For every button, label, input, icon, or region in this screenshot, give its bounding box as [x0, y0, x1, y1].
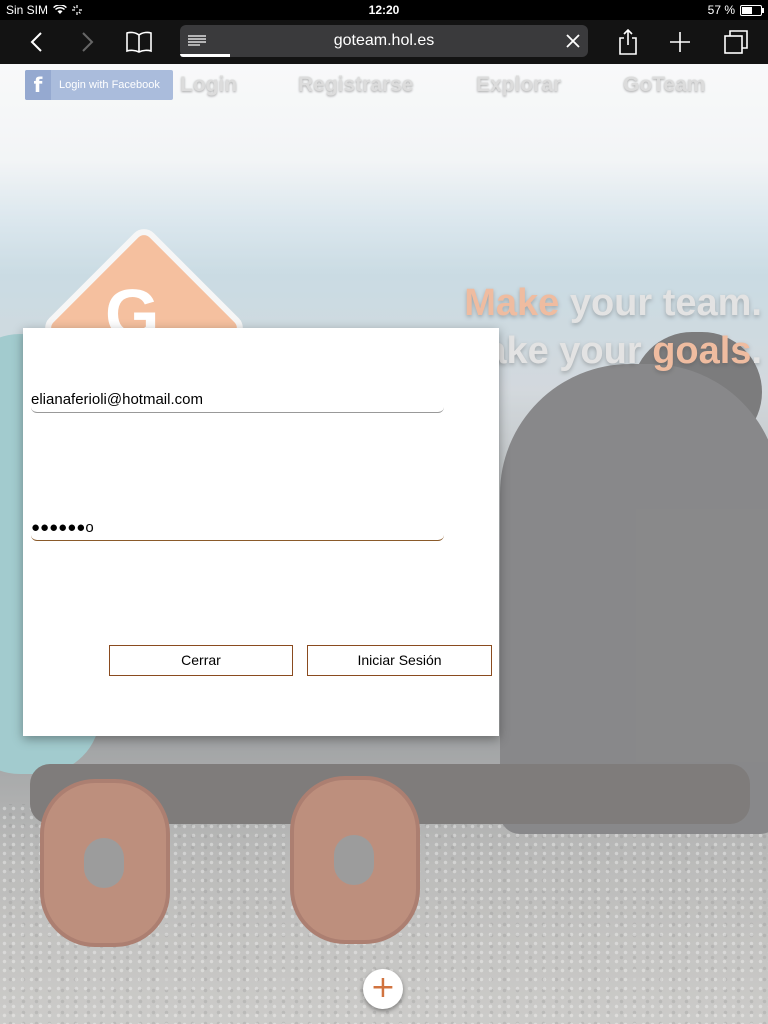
browser-toolbar: goteam.hol.es [0, 20, 768, 64]
url-bar[interactable]: goteam.hol.es [180, 25, 588, 57]
battery-fill [742, 6, 753, 14]
tabs-button[interactable] [720, 26, 752, 58]
back-button[interactable] [20, 26, 52, 58]
login-submit-button[interactable]: Iniciar Sesión [307, 645, 492, 676]
battery-percent: 57 % [707, 3, 735, 17]
url-text: goteam.hol.es [333, 32, 435, 49]
battery-icon [740, 4, 764, 16]
status-bar: Sin SIM 12:20 57 % [0, 0, 768, 20]
bookmarks-button[interactable] [123, 26, 155, 58]
status-right: 57 % [707, 3, 764, 17]
plus-icon [670, 32, 690, 52]
status-time: 12:20 [368, 3, 400, 17]
forward-button[interactable] [72, 26, 104, 58]
close-icon[interactable] [566, 34, 580, 48]
login-modal: elianaferioli@hotmail.com ●●●●●●o Cerrar… [23, 328, 499, 736]
share-icon [619, 29, 637, 55]
share-button[interactable] [612, 26, 644, 58]
new-tab-button[interactable] [664, 26, 696, 58]
chevron-right-icon [82, 32, 94, 52]
chevron-left-icon [30, 32, 42, 52]
password-value: ●●●●●●o [31, 519, 94, 536]
close-button[interactable]: Cerrar [109, 645, 293, 676]
page-load-progress [180, 54, 230, 57]
tabs-icon [724, 30, 748, 54]
book-icon [126, 31, 152, 53]
add-button[interactable]: + [363, 969, 403, 1009]
email-value: elianaferioli@hotmail.com [31, 391, 203, 408]
